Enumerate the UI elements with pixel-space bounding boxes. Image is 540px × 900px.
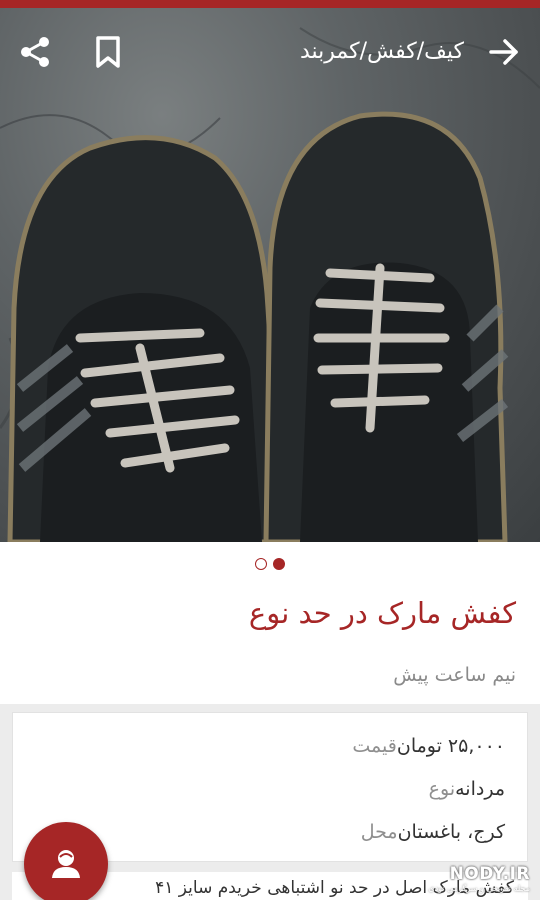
- price-row: قیمت ۲۵,۰۰۰ تومان: [335, 731, 505, 761]
- contact-icon: [52, 850, 80, 878]
- back-button[interactable]: [486, 34, 522, 70]
- contact-button[interactable]: [24, 822, 108, 900]
- price-value: ۲۵,۰۰۰ تومان: [396, 735, 505, 757]
- watermark-logo: NODY.IR: [449, 864, 530, 884]
- type-row: نوع مردانه: [393, 774, 505, 804]
- location-row: محل کرج، باغستان: [336, 817, 505, 847]
- type-label: نوع: [428, 778, 456, 800]
- status-accent-bar: [0, 0, 540, 8]
- watermark-subtitle: مجله تفریحی و سرگرمی نودی: [428, 884, 530, 893]
- listing-time: نیم ساعت پیش: [393, 664, 516, 686]
- listing-title: کفش مارک در حد نوع: [248, 596, 516, 630]
- bookmark-icon: [96, 36, 120, 68]
- app-toolbar: کیف/کفش/کمربند: [0, 8, 540, 96]
- type-value: مردانه: [455, 778, 505, 800]
- share-icon: [21, 37, 49, 67]
- site-watermark: NODY.IR مجله تفریحی و سرگرمی نودی: [428, 864, 530, 893]
- share-button[interactable]: [18, 34, 54, 70]
- category-breadcrumb[interactable]: کیف/کفش/کمربند: [300, 36, 464, 68]
- location-label: محل: [360, 821, 398, 843]
- price-label: قیمت: [352, 735, 397, 757]
- arrow-forward-icon: [489, 39, 518, 65]
- bookmark-button[interactable]: [92, 34, 124, 70]
- gallery-dot-1[interactable]: [255, 558, 267, 570]
- location-value: کرج، باغستان: [397, 821, 505, 843]
- gallery-dot-2-active[interactable]: [273, 558, 285, 570]
- gallery-pagination: [0, 542, 540, 586]
